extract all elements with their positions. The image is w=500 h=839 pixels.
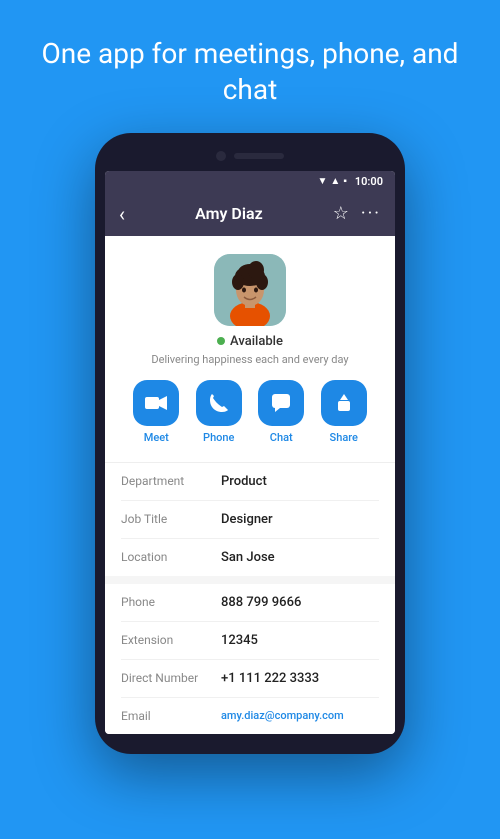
jobtitle-row: Job Title Designer [121,501,379,539]
share-button[interactable]: Share [321,380,367,444]
battery-icon: ▪ [343,176,347,187]
status-time: 10:00 [355,175,383,188]
phone-row: Phone 888 799 9666 [121,584,379,622]
meet-icon [133,380,179,426]
wifi-icon: ▼ [318,176,328,187]
location-label: Location [121,550,221,564]
location-row: Location San Jose [121,539,379,576]
jobtitle-label: Job Title [121,512,221,526]
meet-button[interactable]: Meet [133,380,179,444]
signal-icon: ▲ [330,176,340,187]
status-text: Available [230,334,283,349]
contact-section: Available Delivering happiness each and … [105,236,395,462]
email-label: Email [121,709,221,723]
phone-wrapper: ▼ ▲ ▪ 10:00 ‹ Amy Diaz ☆ ··· [0,133,500,754]
email-row: Email amy.diaz@company.com [121,698,379,734]
star-button[interactable]: ☆ [333,203,349,224]
action-buttons: Meet Phone [121,380,379,444]
contact-name-header: Amy Diaz [195,204,263,223]
section-gap [105,576,395,584]
status-bar: ▼ ▲ ▪ 10:00 [105,171,395,192]
extension-label: Extension [121,633,221,647]
email-value: amy.diaz@company.com [221,709,344,722]
phone-camera [216,151,226,161]
share-icon [321,380,367,426]
location-value: San Jose [221,550,275,565]
extension-value: 12345 [221,633,258,648]
jobtitle-value: Designer [221,512,273,527]
share-label: Share [330,431,358,444]
info-section-2: Phone 888 799 9666 Extension 12345 Direc… [105,584,395,734]
more-button[interactable]: ··· [361,203,381,224]
hero-title: One app for meetings, phone, and chat [0,0,500,133]
phone-top-bar [105,147,395,171]
avatar [214,254,286,326]
phone-frame: ▼ ▲ ▪ 10:00 ‹ Amy Diaz ☆ ··· [95,133,405,754]
app-header: ‹ Amy Diaz ☆ ··· [105,192,395,236]
department-value: Product [221,474,267,489]
phone-label: Phone [203,431,234,444]
header-actions: ☆ ··· [333,203,381,224]
phone-speaker [234,153,284,159]
info-section-1: Department Product Job Title Designer Lo… [105,463,395,576]
phone-field-label: Phone [121,595,221,609]
status-row: Available [217,334,283,349]
direct-number-value: +1 111 222 3333 [221,671,319,686]
phone-screen: ▼ ▲ ▪ 10:00 ‹ Amy Diaz ☆ ··· [105,171,395,734]
back-button[interactable]: ‹ [119,202,125,226]
phone-button[interactable]: Phone [196,380,242,444]
extension-row: Extension 12345 [121,622,379,660]
status-icons: ▼ ▲ ▪ [318,176,347,187]
chat-icon [258,380,304,426]
phone-field-value: 888 799 9666 [221,595,301,610]
contact-motto: Delivering happiness each and every day [151,353,348,366]
department-row: Department Product [121,463,379,501]
phone-icon [196,380,242,426]
chat-button[interactable]: Chat [258,380,304,444]
chat-label: Chat [270,431,293,444]
direct-number-row: Direct Number +1 111 222 3333 [121,660,379,698]
direct-number-label: Direct Number [121,671,221,685]
meet-label: Meet [144,431,169,444]
department-label: Department [121,474,221,488]
status-dot [217,337,225,345]
